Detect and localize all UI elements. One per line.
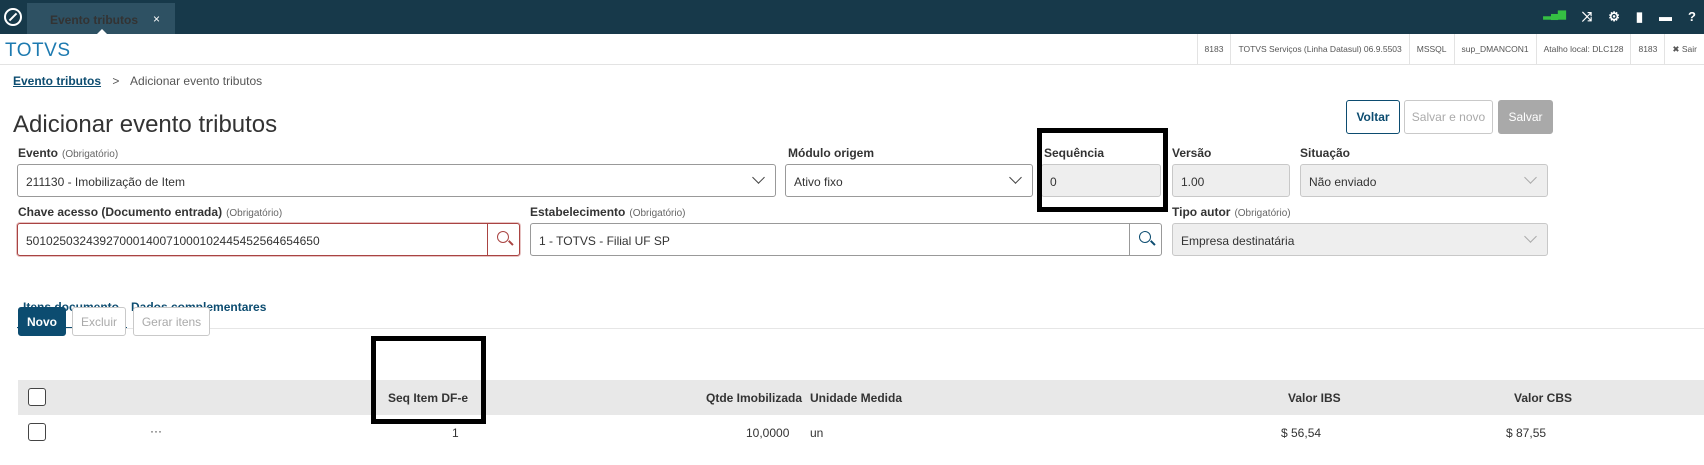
chave-label: Chave acesso (Documento entrada) (Obrigat…	[18, 205, 283, 219]
situacao-label: Situação	[1300, 146, 1351, 160]
header-valor-cbs[interactable]: Valor CBS	[1514, 391, 1572, 405]
chave-input[interactable]: 5010250324392700014007100010244545256465…	[17, 223, 520, 256]
search-icon	[1139, 231, 1151, 243]
versao-label: Versão	[1172, 146, 1212, 160]
tab-divider	[17, 328, 1704, 329]
chevron-down-icon	[752, 171, 765, 184]
row-more-actions[interactable]: ···	[150, 424, 162, 438]
chevron-down-icon	[1524, 230, 1537, 243]
cell-unidade-medida: un	[810, 426, 824, 440]
tab-label: Evento tributos	[50, 13, 139, 27]
tab-evento-tributos[interactable]: Evento tributos ×	[27, 3, 175, 34]
chave-search-button[interactable]	[487, 224, 519, 255]
modulo-label: Módulo origem	[788, 146, 874, 160]
evento-select[interactable]: 211130 - Imobilização de Item	[17, 164, 776, 197]
estab-input[interactable]: 1 - TOTVS - Filial UF SP	[530, 223, 1162, 256]
cell-valor-cbs: $ 87,55	[1506, 426, 1547, 440]
chevron-down-icon	[1009, 171, 1022, 184]
breadcrumb-current: Adicionar evento tributos	[130, 74, 263, 88]
estab-label: Estabelecimento (Obrigatório)	[530, 205, 686, 219]
sequencia-highlight-box	[1037, 128, 1168, 212]
info-company: 8183	[1196, 34, 1231, 64]
page-title: Adicionar evento tributos	[13, 111, 278, 138]
toolbar-icons: ▂▄▆ ⤨ ⚙ ▮ ▬ ?	[1543, 9, 1696, 25]
situacao-select[interactable]: Não enviado	[1300, 164, 1548, 197]
brand-logo: TOTVS	[5, 40, 71, 61]
breadcrumb: Evento tributos > Adicionar evento tribu…	[13, 74, 262, 88]
modulo-select[interactable]: Ativo fixo	[785, 164, 1033, 197]
close-tab-icon[interactable]: ×	[153, 12, 160, 26]
shuffle-icon[interactable]: ⤨	[1582, 9, 1592, 25]
cell-qtde-imobilizada: 10,0000	[746, 426, 790, 440]
gerar-itens-button[interactable]: Gerar itens	[133, 307, 210, 336]
table-header: Seq Item DF-e Qtde Imobilizada Unidade M…	[18, 380, 1704, 415]
salvar-button[interactable]: Salvar	[1498, 100, 1553, 134]
signal-icon[interactable]: ▂▄▆	[1543, 9, 1565, 25]
breadcrumb-root-link[interactable]: Evento tributos	[13, 74, 101, 88]
cell-valor-ibs: $ 56,54	[1281, 426, 1322, 440]
header-valor-ibs[interactable]: Valor IBS	[1288, 391, 1341, 405]
select-all-checkbox[interactable]	[28, 388, 46, 406]
info-db: MSSQL	[1408, 34, 1454, 64]
autor-label: Tipo autor (Obrigatório)	[1172, 205, 1291, 219]
evento-value: 211130 - Imobilização de Item	[26, 175, 185, 189]
search-icon	[497, 231, 509, 243]
info-user: sup_DMANCON1	[1453, 34, 1536, 64]
table-row: ··· 1 10,0000 un $ 56,54 $ 87,55	[18, 415, 1704, 449]
novo-button[interactable]: Novo	[18, 307, 66, 336]
info-product: TOTVS Serviços (Linha Datasul) 06.9.5503	[1230, 34, 1408, 64]
modulo-value: Ativo fixo	[794, 175, 843, 189]
chat-icon[interactable]: ▬	[1659, 9, 1672, 25]
situacao-value: Não enviado	[1309, 175, 1377, 189]
breadcrumb-separator: >	[112, 74, 120, 88]
estab-value: 1 - TOTVS - Filial UF SP	[539, 234, 670, 248]
autor-select[interactable]: Empresa destinatária	[1172, 223, 1548, 256]
versao-value: 1.00	[1181, 175, 1205, 189]
voltar-button[interactable]: Voltar	[1346, 100, 1400, 134]
chevron-down-icon	[1524, 171, 1537, 184]
row-checkbox[interactable]	[28, 423, 46, 441]
estab-search-button[interactable]	[1129, 224, 1161, 255]
brand-row: TOTVS 8183 TOTVS Serviços (Linha Datasul…	[0, 34, 1704, 65]
gear-icon[interactable]: ⚙	[1608, 9, 1620, 25]
header-unidade-medida[interactable]: Unidade Medida	[810, 391, 902, 405]
document-icon[interactable]: ▮	[1636, 9, 1643, 25]
info-code: 8183	[1630, 34, 1664, 64]
salvar-e-novo-button[interactable]: Salvar e novo	[1404, 100, 1493, 134]
info-shortcut: Atalho local: DLC128	[1535, 34, 1631, 64]
home-icon[interactable]	[4, 8, 22, 26]
top-bar: Evento tributos × ▂▄▆ ⤨ ⚙ ▮ ▬ ?	[0, 0, 1704, 34]
seq-item-highlight-box	[371, 336, 486, 424]
info-bar: 8183 TOTVS Serviços (Linha Datasul) 06.9…	[1196, 34, 1704, 64]
versao-field[interactable]: 1.00	[1172, 164, 1290, 197]
cell-seq-item: 1	[452, 426, 459, 440]
header-qtde-imobilizada[interactable]: Qtde Imobilizada	[706, 391, 802, 405]
chave-value: 5010250324392700014007100010244545256465…	[26, 234, 320, 248]
evento-label: Evento (Obrigatório)	[18, 146, 119, 160]
logout-button[interactable]: ✖ Sair	[1664, 34, 1704, 64]
excluir-button[interactable]: Excluir	[72, 307, 126, 336]
help-icon[interactable]: ?	[1688, 9, 1696, 25]
autor-value: Empresa destinatária	[1181, 234, 1295, 248]
